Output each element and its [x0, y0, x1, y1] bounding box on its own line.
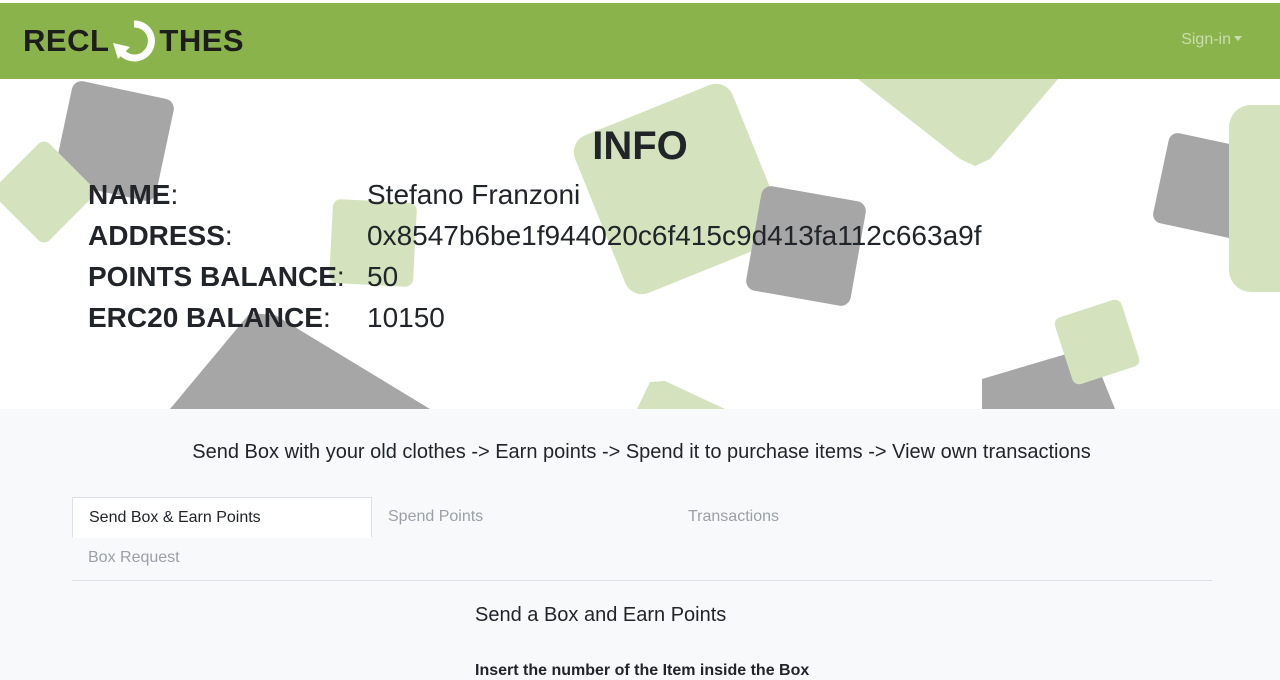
recycle-arrow-icon — [113, 20, 156, 62]
info-value-name: Stefano Franzoni — [367, 179, 581, 210]
info-value-points-balance: 50 — [367, 261, 399, 292]
info-key: POINTS BALANCE: — [88, 261, 345, 292]
tab-box-request[interactable]: Box Request — [72, 538, 372, 579]
tab-send-box-earn-points[interactable]: Send Box & Earn Points — [72, 497, 372, 538]
item-count-label: Insert the number of the Item inside the… — [475, 662, 810, 679]
tab-transactions[interactable]: Transactions — [672, 497, 972, 538]
info-title: INFO — [592, 124, 688, 168]
navbar: RECL THES Sign-in — [0, 3, 1280, 79]
tab-bar: Send Box & Earn Points Spend Points Tran… — [72, 497, 1212, 581]
section-title: Send a Box and Earn Points — [475, 604, 727, 626]
brand-text-left: RECL — [23, 23, 110, 58]
signin-label: Sign-in — [1181, 31, 1231, 48]
info-key: NAME: — [88, 179, 179, 210]
steps-description: Send Box with your old clothes -> Earn p… — [192, 441, 1091, 463]
signin-dropdown[interactable]: Sign-in — [1181, 31, 1242, 49]
info-value-address: 0x8547b6be1f944020c6f415c9d413fa112c663a… — [367, 220, 982, 251]
info-key: ERC20 BALANCE: — [88, 302, 331, 333]
info-value-erc20-balance: 10150 — [367, 302, 445, 333]
info-key: ADDRESS: — [88, 220, 233, 251]
info-hero: INFO NAME: Stefano Franzoni ADDRESS: 0x8… — [0, 79, 1280, 409]
caret-down-icon — [1234, 36, 1242, 41]
brand-logo[interactable]: RECL THES — [23, 17, 244, 65]
brand-text-right: THES — [159, 23, 245, 58]
tab-spend-points[interactable]: Spend Points — [372, 497, 672, 538]
